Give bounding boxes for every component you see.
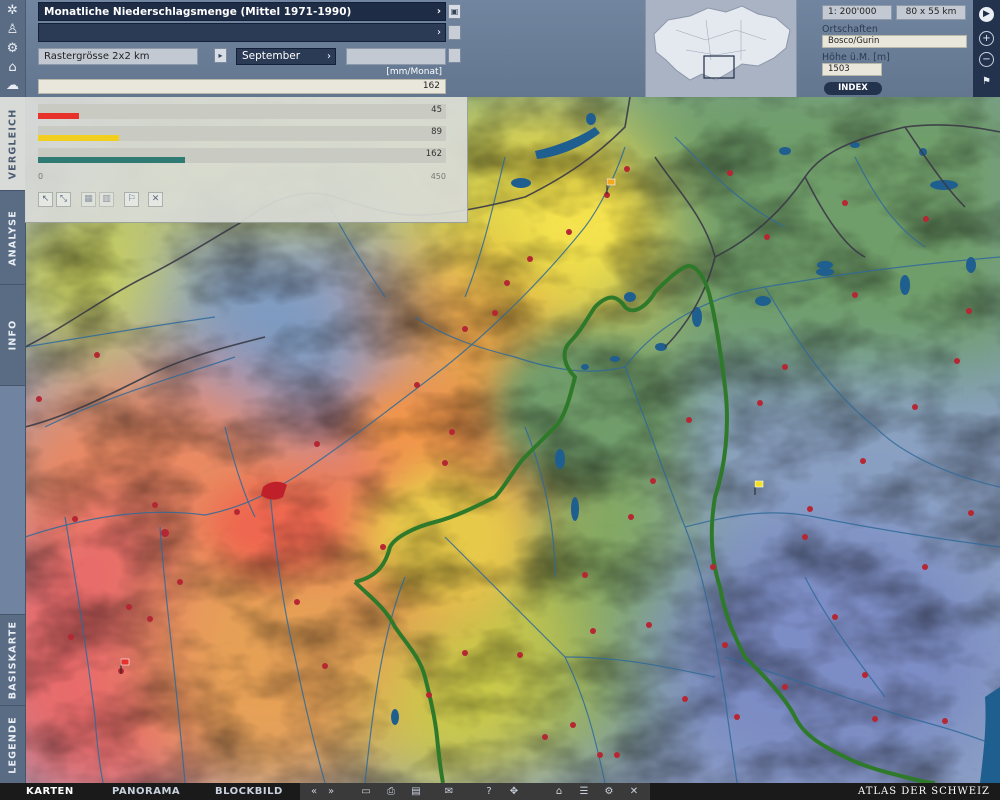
elevation-label: Höhe ü.M. [m]	[822, 52, 890, 63]
comparison-bar-2-value: 89	[431, 127, 442, 137]
month-secondary-field[interactable]	[346, 48, 446, 65]
tab-legende[interactable]: LEGENDE	[0, 706, 26, 784]
list-icon[interactable]: ☰	[575, 783, 593, 800]
tab-empty	[0, 386, 26, 615]
tab-basiskarte[interactable]: BASISKARTE	[0, 615, 26, 706]
settings-icon[interactable]: ⚙	[600, 783, 618, 800]
measure-tool-icon[interactable]: ⤡	[56, 192, 71, 207]
tab-panorama[interactable]: PANORAMA	[112, 783, 180, 800]
brand-wordmark: ATLAS DER SCHWEIZ	[858, 786, 990, 797]
hiker-icon[interactable]: ♙	[3, 22, 22, 38]
month-value: September	[242, 50, 301, 62]
index-button[interactable]: INDEX	[824, 82, 882, 95]
zoom-in-icon[interactable]: +	[979, 31, 994, 46]
axis-max-label: 450	[430, 172, 446, 181]
tab-analyse[interactable]: ANALYSE	[0, 191, 26, 285]
tab-blockbild[interactable]: BLOCKBILD	[215, 783, 283, 800]
tab-info-label: INFO	[7, 319, 18, 351]
scale-field[interactable]: 1: 200'000	[822, 5, 892, 20]
overview-map[interactable]	[645, 0, 797, 97]
top-toolbar: ✲ ♙ ⚙ ⌂ ☁ Monatliche Niederschlagsmenge …	[0, 0, 1000, 97]
bottom-toolbar	[300, 783, 650, 800]
comparison-panel: 45 89 162 0 450 ↖ ⤡ ▦ ▥ ⚐ ✕	[25, 97, 468, 223]
scale-value: 1: 200'000	[828, 7, 877, 17]
back-icon[interactable]: «	[305, 783, 323, 800]
bottom-bar: KARTEN PANORAMA BLOCKBILD « » ▭ ⎙ ▤ ✉ ? …	[0, 783, 1000, 800]
comparison-bar-1: 45	[38, 104, 446, 119]
print-icon[interactable]: ⎙	[382, 783, 400, 800]
subtitle-toggle[interactable]	[448, 25, 461, 40]
tab-vergleich-label: VERGLEICH	[7, 108, 18, 179]
mail-icon[interactable]: ✉	[440, 783, 458, 800]
move-icon[interactable]: ✥	[505, 783, 523, 800]
flag-icon[interactable]: ⚑	[979, 74, 994, 89]
tab-info[interactable]: INFO	[0, 285, 26, 386]
home-icon[interactable]: ⌂	[550, 783, 568, 800]
chevron-right-icon: ›	[436, 6, 441, 17]
chevron-right-icon: ›	[437, 27, 441, 38]
comparison-bar-1-value: 45	[431, 105, 442, 115]
elevation-field: 1503	[822, 63, 882, 76]
comparison-bar-3: 162	[38, 148, 446, 163]
map-info-button[interactable]: ▣	[448, 4, 461, 19]
export-icon[interactable]: ▤	[407, 783, 425, 800]
extent-field: 80 x 55 km	[896, 5, 966, 20]
map-title: Monatliche Niederschlagsmenge (Mittel 19…	[44, 6, 352, 18]
close-icon[interactable]: ✕	[625, 783, 643, 800]
comparison-bar-3-fill	[38, 157, 185, 163]
forward-icon[interactable]: »	[322, 783, 340, 800]
place-label: Ortschaften	[822, 24, 878, 35]
tab-analyse-label: ANALYSE	[7, 209, 18, 266]
month-prev-button[interactable]: ▸	[214, 48, 227, 63]
map-title-select[interactable]: Monatliche Niederschlagsmenge (Mittel 19…	[38, 2, 446, 21]
point-value-field: 162	[38, 79, 446, 94]
place-field[interactable]: Bosco/Gurin	[822, 35, 967, 48]
grid-tool-icon[interactable]: ▦	[81, 192, 96, 207]
extent-value: 80 x 55 km	[905, 7, 957, 17]
comparison-bar-3-value: 162	[425, 149, 442, 159]
tab-legende-label: LEGENDE	[7, 715, 18, 774]
axis-min-label: 0	[38, 172, 44, 181]
raster-size-label: Rastergrösse 2x2 km	[44, 51, 150, 62]
save-icon[interactable]: ▭	[357, 783, 375, 800]
flag-tool-icon[interactable]: ⚐	[124, 192, 139, 207]
columns-tool-icon[interactable]: ▥	[99, 192, 114, 207]
switzerland-outline	[646, 0, 796, 97]
comparison-bar-2-fill	[38, 135, 119, 141]
help-icon[interactable]: ?	[480, 783, 498, 800]
month-toggle[interactable]	[448, 48, 461, 63]
place-value: Bosco/Gurin	[828, 36, 880, 46]
pointer-tool-icon[interactable]: ↖	[38, 192, 53, 207]
gear-icon[interactable]: ⚙	[3, 41, 22, 57]
comparison-bar-1-fill	[38, 113, 79, 119]
subtitle-select[interactable]: ›	[38, 23, 446, 42]
building-icon[interactable]: ⌂	[3, 60, 22, 76]
tab-vergleich[interactable]: VERGLEICH	[0, 97, 25, 191]
wheel-icon[interactable]: ✲	[3, 3, 22, 19]
raster-size-field: Rastergrösse 2x2 km	[38, 48, 198, 65]
cloud-icon[interactable]: ☁	[3, 78, 22, 94]
tab-basiskarte-label: BASISKARTE	[7, 620, 18, 700]
unit-label: [mm/Monat]	[386, 67, 442, 77]
delete-tool-icon[interactable]: ✕	[148, 192, 163, 207]
comparison-bar-2: 89	[38, 126, 446, 141]
tab-karten[interactable]: KARTEN	[26, 783, 74, 800]
month-select[interactable]: September ›	[236, 48, 336, 65]
tool-strip: ✲ ♙ ⚙ ⌂ ☁	[0, 0, 26, 97]
point-value: 162	[422, 81, 440, 91]
zoom-out-icon[interactable]: −	[979, 52, 994, 67]
elevation-value: 1503	[828, 64, 850, 74]
play-icon[interactable]: ▶	[979, 7, 994, 22]
nav-column: ▶ + − ⚑	[973, 0, 1000, 97]
chevron-right-icon: ›	[327, 51, 331, 62]
